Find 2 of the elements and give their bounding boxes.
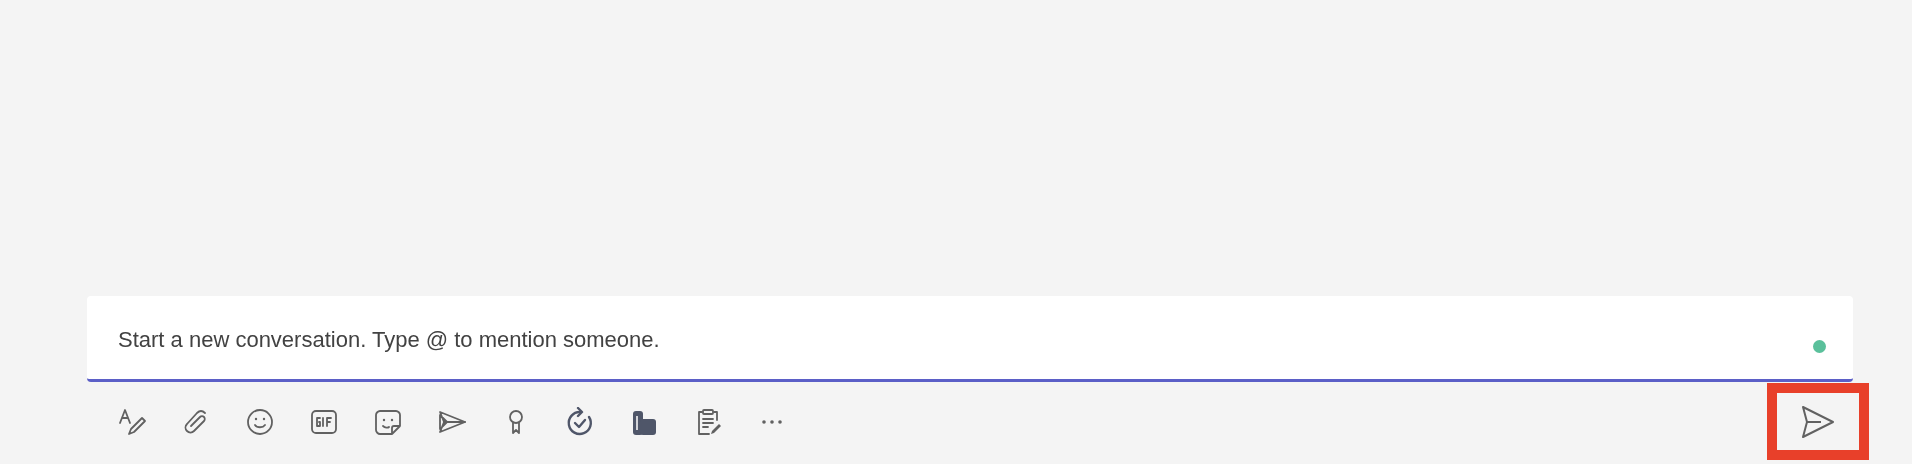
message-field[interactable]: Start a new conversation. Type @ to mention someone.	[87, 296, 1853, 382]
status-dot-icon	[1813, 340, 1826, 353]
